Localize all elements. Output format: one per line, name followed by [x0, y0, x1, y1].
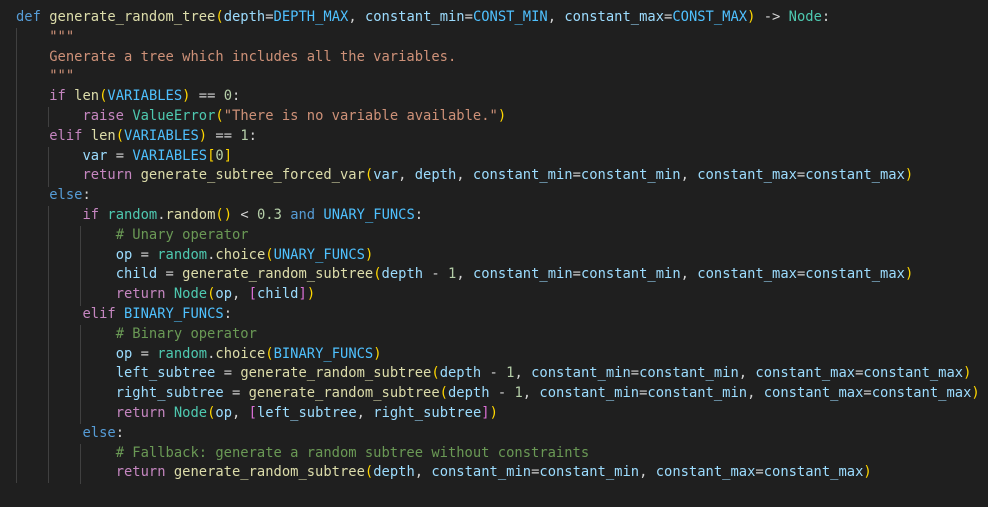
code-line: op = random.choice(BINARY_FUNCS)	[115, 345, 382, 362]
code-line: right_subtree = generate_random_subtree(…	[115, 385, 980, 402]
code-line: child = generate_random_subtree(depth - …	[115, 266, 914, 283]
code-line: return generate_random_subtree(depth, co…	[115, 464, 872, 481]
code-line: left_subtree = generate_random_subtree(d…	[115, 365, 972, 382]
code-line: # Binary operator	[115, 325, 257, 342]
code-line: Generate a tree which includes all the v…	[49, 48, 457, 65]
code-line: else:	[82, 424, 124, 441]
code-line: return generate_subtree_forced_var(var, …	[82, 167, 914, 184]
code-line: """	[49, 28, 75, 45]
code-editor[interactable]: def generate_random_tree(depth=DEPTH_MAX…	[0, 0, 988, 507]
code-area[interactable]: def generate_random_tree(depth=DEPTH_MAX…	[16, 8, 980, 483]
code-line: op = random.choice(UNARY_FUNCS)	[115, 246, 374, 263]
code-line: var = VARIABLES[0]	[82, 147, 233, 164]
code-line: raise ValueError("There is no variable a…	[82, 107, 507, 124]
code-line: return Node(op, [child])	[115, 286, 316, 303]
code-line: # Unary operator	[115, 226, 249, 243]
code-line: # Fallback: generate a random subtree wi…	[115, 444, 590, 461]
code-line: else:	[49, 187, 91, 204]
code-line: """	[49, 68, 75, 85]
code-line: def generate_random_tree(depth=DEPTH_MAX…	[16, 9, 831, 25]
code-line: if len(VARIABLES) == 0:	[49, 88, 241, 105]
code-line: if random.random() < 0.3 and UNARY_FUNCS…	[82, 206, 424, 223]
code-line: return Node(op, [left_subtree, right_sub…	[115, 404, 498, 421]
code-line: elif BINARY_FUNCS:	[82, 305, 232, 322]
code-line: elif len(VARIABLES) == 1:	[49, 127, 257, 144]
